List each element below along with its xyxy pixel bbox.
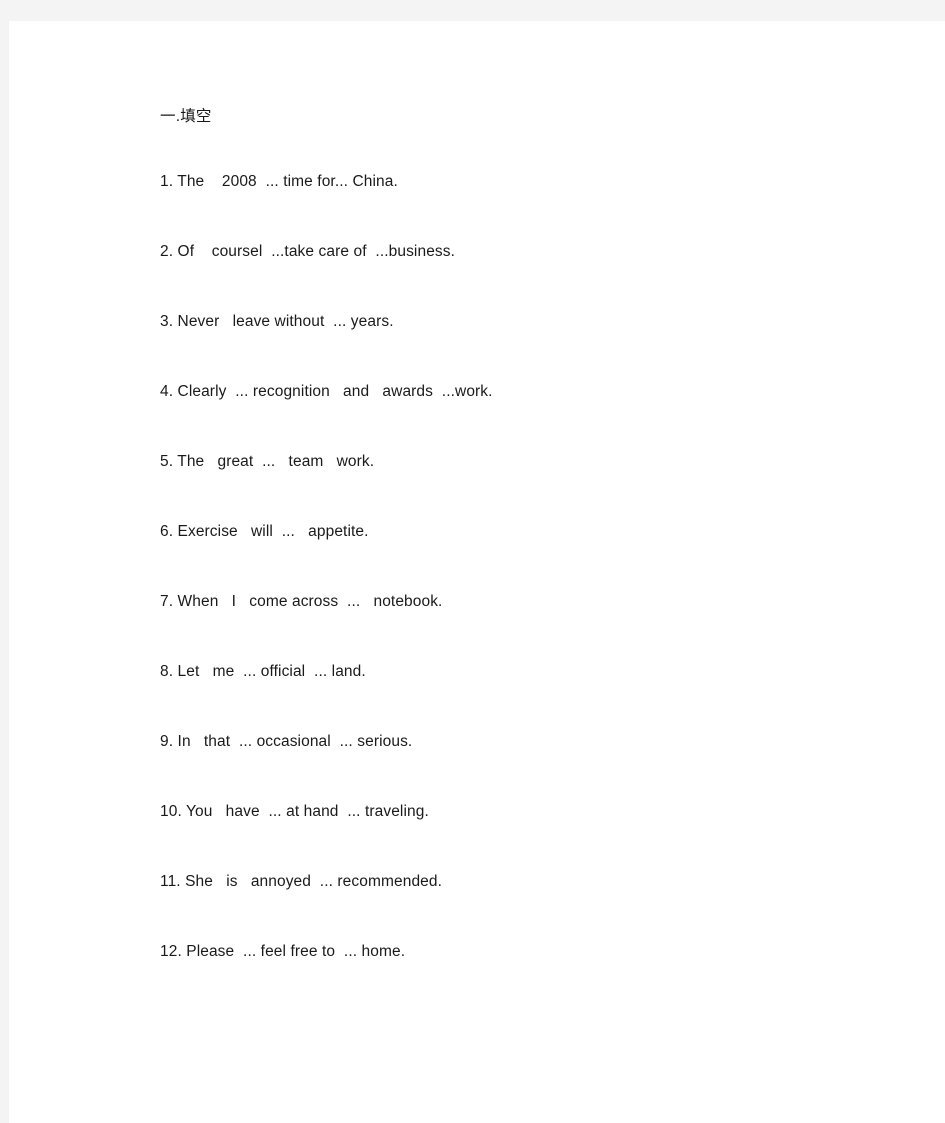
question-item-3: 3. Never leave without ... years.	[160, 312, 880, 336]
question-text: 2. Of coursel ...take care of ...busines…	[160, 243, 456, 261]
question-text: 10. You have ... at hand ... traveling.	[160, 803, 429, 821]
question-text: 9. In that ... occasional ... serious.	[160, 733, 413, 751]
row-spacer	[160, 476, 880, 522]
question-text: 3. Never leave without ... years.	[160, 313, 394, 331]
row-spacer	[160, 896, 880, 942]
document-content: 一.填空 1. The 2008 ... time for... China. …	[160, 107, 880, 966]
document-page: 一.填空 1. The 2008 ... time for... China. …	[9, 21, 945, 1123]
question-text: 8. Let me ... official ... land.	[160, 663, 366, 681]
row-spacer	[160, 686, 880, 732]
row-spacer	[160, 406, 880, 452]
question-item-9: 9. In that ... occasional ... serious.	[160, 732, 880, 756]
section-heading: 一.填空	[160, 108, 212, 125]
question-item-1: 1. The 2008 ... time for... China.	[160, 172, 880, 196]
question-item-6: 6. Exercise will ... appetite.	[160, 522, 880, 546]
question-item-5: 5. The great ... team work.	[160, 452, 880, 476]
row-spacer	[160, 336, 880, 382]
question-item-12: 12. Please ... feel free to ... home.	[160, 942, 880, 966]
heading-spacer	[160, 126, 880, 172]
question-text: 1. The 2008 ... time for... China.	[160, 173, 398, 191]
question-list: 1. The 2008 ... time for... China. 2. Of…	[160, 172, 880, 966]
question-item-2: 2. Of coursel ...take care of ...busines…	[160, 242, 880, 266]
question-text: 4. Clearly ... recognition and awards ..…	[160, 383, 493, 401]
row-spacer	[160, 756, 880, 802]
question-item-7: 7. When I come across ... notebook.	[160, 592, 880, 616]
row-spacer	[160, 616, 880, 662]
question-item-8: 8. Let me ... official ... land.	[160, 662, 880, 686]
question-text: 12. Please ... feel free to ... home.	[160, 943, 406, 961]
row-spacer	[160, 826, 880, 872]
row-spacer	[160, 266, 880, 312]
question-text: 7. When I come across ... notebook.	[160, 593, 443, 611]
question-text: 5. The great ... team work.	[160, 453, 375, 471]
question-item-10: 10. You have ... at hand ... traveling.	[160, 802, 880, 826]
question-text: 6. Exercise will ... appetite.	[160, 523, 369, 541]
row-spacer	[160, 196, 880, 242]
row-spacer	[160, 546, 880, 592]
question-item-4: 4. Clearly ... recognition and awards ..…	[160, 382, 880, 406]
question-text: 11. She is annoyed ... recommended.	[160, 873, 443, 891]
question-item-11: 11. She is annoyed ... recommended.	[160, 872, 880, 896]
